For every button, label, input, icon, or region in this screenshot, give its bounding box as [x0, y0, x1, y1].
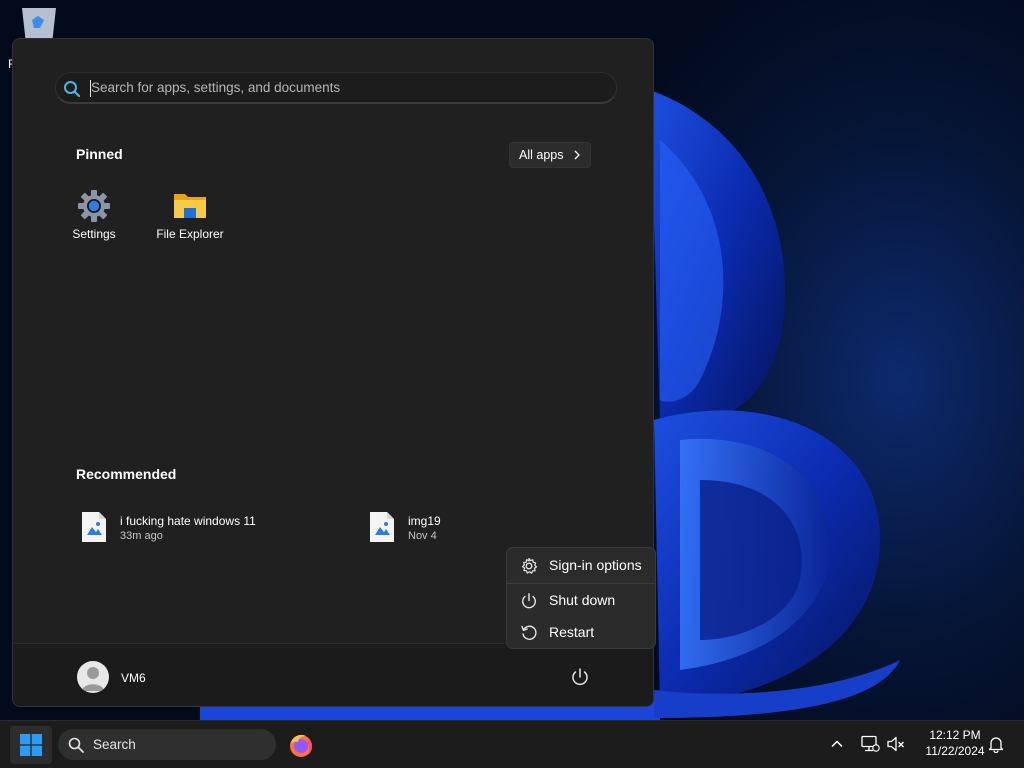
notification-bell-icon[interactable]	[987, 735, 1005, 753]
chevron-up-icon[interactable]	[829, 736, 845, 752]
image-file-icon	[370, 512, 394, 542]
start-search-input[interactable]	[91, 73, 591, 101]
pinned-app-file-explorer[interactable]: File Explorer	[145, 189, 235, 249]
start-button[interactable]	[10, 726, 52, 764]
volume-muted-icon[interactable]	[886, 735, 906, 753]
recommended-item-name: img19	[408, 514, 441, 528]
all-apps-button[interactable]: All apps	[509, 142, 591, 168]
recommended-item-time: Nov 4	[408, 530, 437, 542]
power-menu-label: Shut down	[549, 592, 616, 608]
power-menu-label: Sign-in options	[549, 557, 642, 573]
restart-icon	[521, 625, 537, 640]
recommended-item-time: 33m ago	[120, 530, 163, 542]
power-icon	[522, 593, 536, 609]
recommended-item[interactable]: img19 Nov 4	[369, 511, 609, 547]
folder-icon	[174, 194, 206, 218]
clock-time: 12:12 PM	[929, 728, 981, 742]
settings-gear-icon	[78, 190, 110, 222]
pinned-heading: Pinned	[76, 146, 123, 162]
firefox-icon[interactable]	[286, 730, 316, 760]
sign-in-options-item[interactable]: Sign-in options	[511, 552, 651, 580]
restart-item[interactable]: Restart	[511, 619, 651, 647]
shut-down-item[interactable]: Shut down	[511, 587, 651, 615]
pinned-app-label: File Explorer	[156, 227, 224, 241]
recommended-item-name: i fucking hate windows 11	[120, 514, 256, 528]
clock-date: 11/22/2024	[925, 744, 985, 758]
user-name[interactable]: VM6	[121, 671, 146, 685]
taskbar: Search 12:12 PM 11/22/2024	[0, 720, 1024, 768]
pinned-app-label: Settings	[72, 227, 116, 241]
user-icon	[82, 667, 104, 691]
power-menu: Sign-in options Shut down Restart	[506, 547, 656, 649]
taskbar-search[interactable]: Search	[58, 729, 276, 760]
network-icon[interactable]	[860, 735, 880, 753]
chevron-right-icon	[575, 150, 581, 160]
all-apps-label: All apps	[519, 148, 564, 162]
search-icon	[68, 737, 84, 753]
taskbar-search-label: Search	[93, 737, 136, 752]
pinned-app-settings[interactable]: Settings	[49, 189, 139, 249]
power-menu-label: Restart	[549, 624, 595, 640]
divider	[507, 583, 655, 584]
system-clock[interactable]: 12:12 PM 11/22/2024	[912, 727, 998, 759]
image-file-icon	[82, 512, 106, 542]
recommended-item[interactable]: i fucking hate windows 11 33m ago	[81, 511, 321, 547]
user-avatar[interactable]	[77, 661, 109, 693]
windows-logo-icon	[20, 734, 42, 756]
gear-icon	[522, 557, 538, 574]
power-button[interactable]	[569, 666, 591, 688]
search-icon	[64, 81, 81, 98]
start-menu-footer: VM6	[13, 643, 653, 706]
start-search-box[interactable]	[55, 72, 617, 104]
recommended-heading: Recommended	[76, 466, 177, 482]
